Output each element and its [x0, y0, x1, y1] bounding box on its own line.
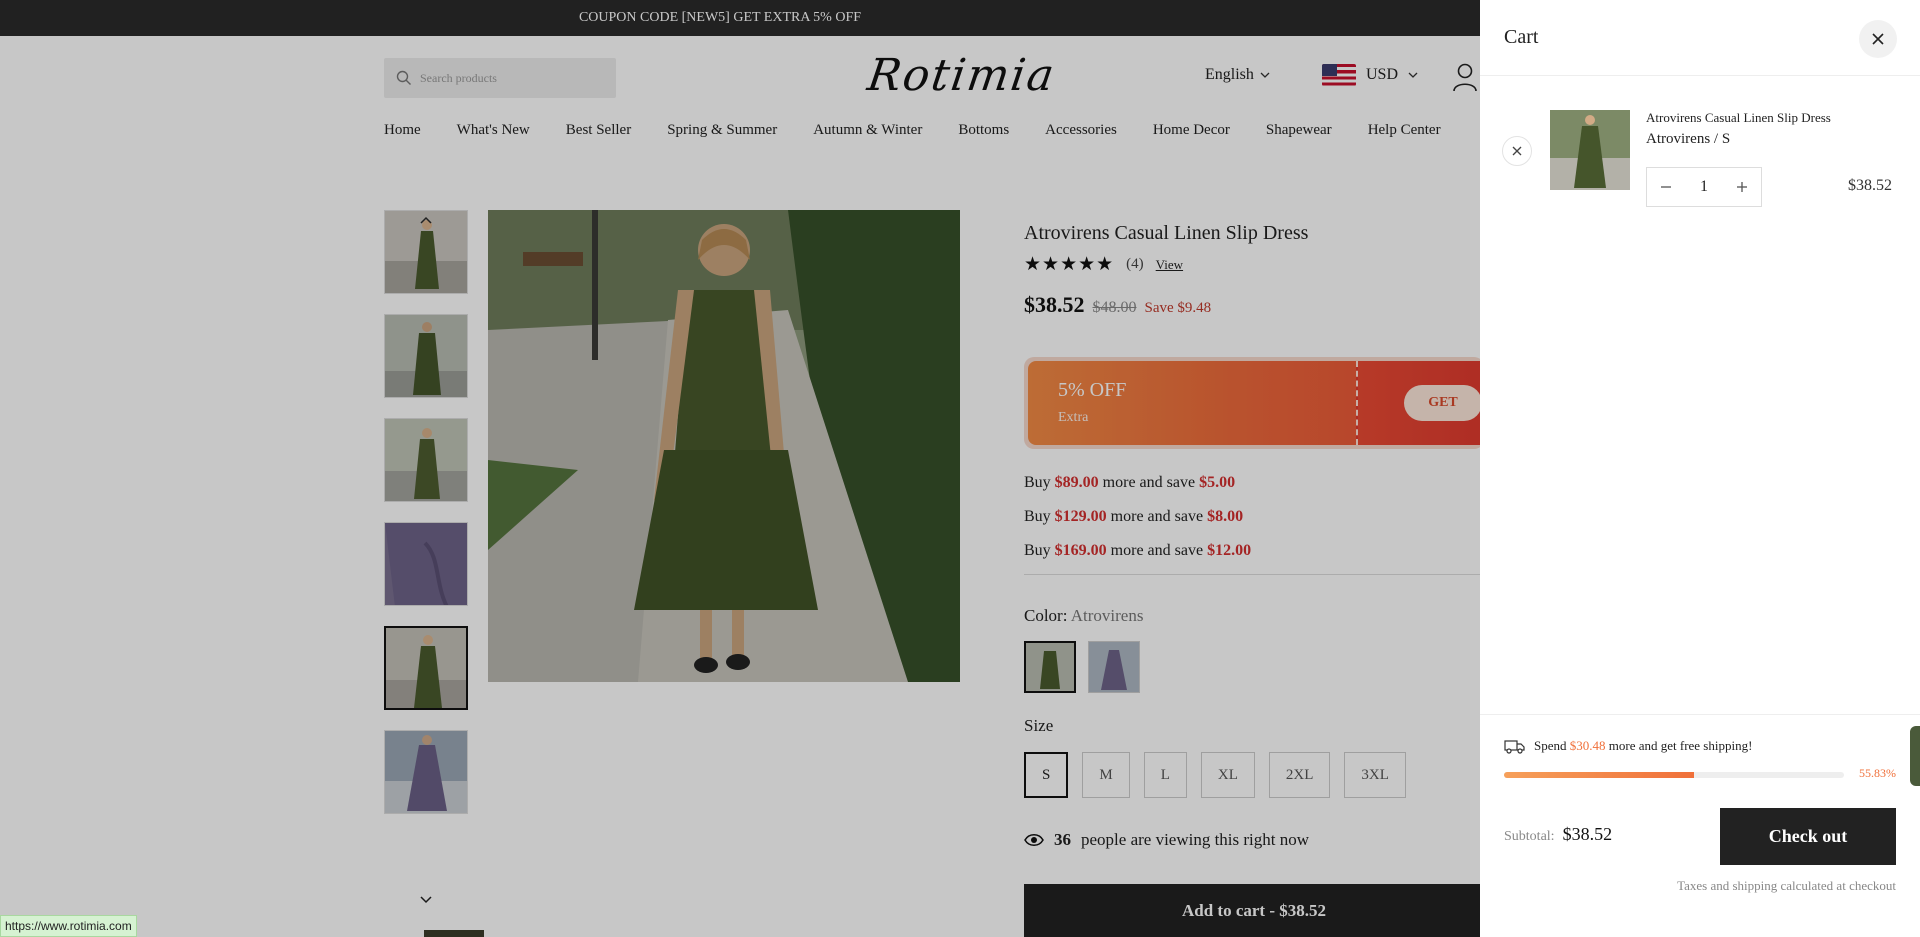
subtotal: Subtotal: $38.52 — [1504, 824, 1612, 845]
checkout-button[interactable]: Check out — [1720, 808, 1896, 865]
close-cart-button[interactable] — [1859, 20, 1897, 58]
free-shipping-notice: Spend $30.48 more and get free shipping! — [1504, 738, 1752, 754]
page-dim-overlay[interactable] — [0, 0, 1480, 937]
subtotal-label: Subtotal: — [1504, 829, 1555, 844]
shipping-progress-bar — [1504, 772, 1844, 778]
shipping-progress-fill — [1504, 772, 1694, 778]
taxes-note: Taxes and shipping calculated at checkou… — [1677, 878, 1896, 893]
thumbs-prev-button[interactable] — [384, 214, 468, 230]
cart-item-name[interactable]: Atrovirens Casual Linen Slip Dress — [1646, 110, 1831, 126]
ship-text: more and get free shipping! — [1605, 738, 1753, 753]
side-widget-tab[interactable] — [1910, 726, 1920, 786]
divider — [1480, 714, 1920, 715]
minus-icon — [1661, 186, 1671, 188]
plus-icon — [1737, 182, 1747, 192]
truck-icon — [1504, 740, 1525, 754]
cart-drawer: Cart Atrovirens Casual Linen Slip Dress … — [1480, 0, 1920, 937]
divider — [1480, 75, 1920, 76]
cart-item-image[interactable] — [1550, 110, 1630, 190]
ship-text: Spend — [1534, 738, 1570, 753]
quantity-stepper: 1 — [1646, 167, 1762, 207]
status-bar-url: https://www.rotimia.com — [0, 915, 137, 937]
close-icon — [1512, 146, 1522, 156]
ship-amount: $30.48 — [1569, 738, 1606, 753]
cart-item-price: $38.52 — [1848, 177, 1892, 194]
close-icon — [1872, 33, 1884, 45]
cart-title: Cart — [1504, 26, 1539, 48]
cart-item-variant: Atrovirens / S — [1646, 131, 1731, 147]
increase-quantity-button[interactable] — [1723, 168, 1761, 206]
decrease-quantity-button[interactable] — [1647, 168, 1685, 206]
shipping-progress-percent: 55.83% — [1859, 766, 1896, 780]
remove-item-button[interactable] — [1502, 136, 1532, 166]
subtotal-value: $38.52 — [1562, 824, 1613, 844]
chevron-up-icon — [420, 216, 432, 224]
quantity-value[interactable]: 1 — [1685, 178, 1723, 196]
